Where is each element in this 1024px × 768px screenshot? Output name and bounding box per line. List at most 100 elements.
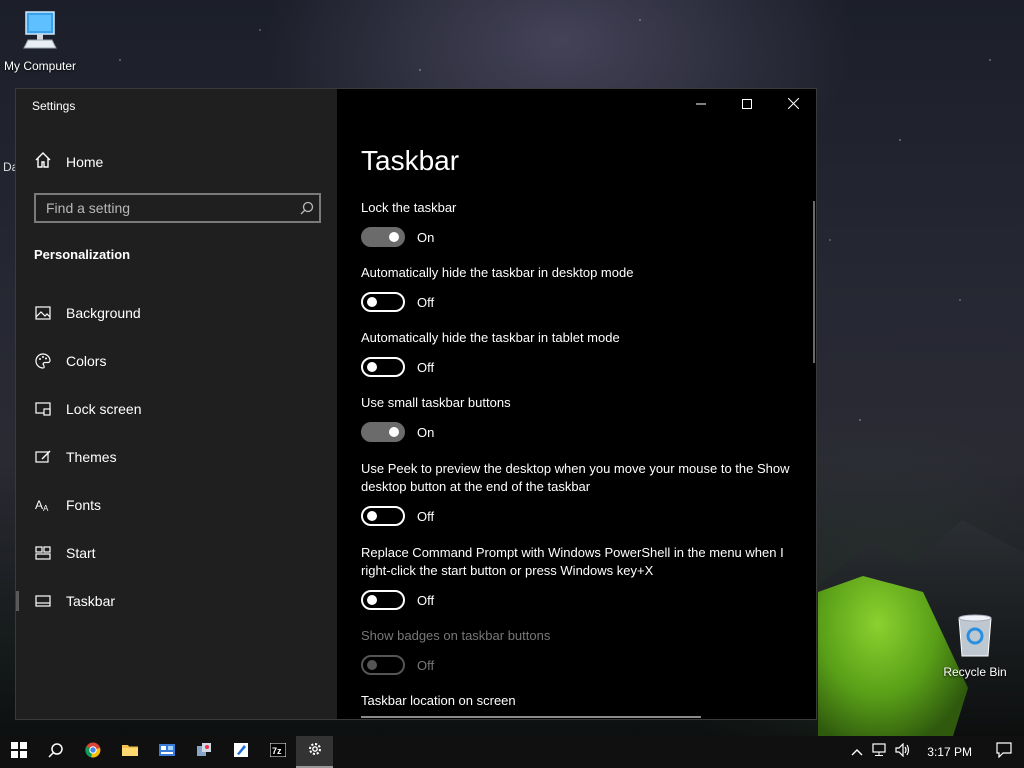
clock[interactable]: 3:17 PM — [915, 736, 984, 768]
search-icon[interactable] — [295, 201, 319, 215]
control-panel-button[interactable] — [148, 736, 185, 768]
desktop-icon-my-computer[interactable]: My Computer — [0, 10, 80, 73]
window-title: Settings — [32, 99, 76, 113]
minimize-button[interactable] — [678, 89, 724, 121]
setting-autohide-tablet: Automatically hide the taskbar in tablet… — [361, 329, 801, 377]
system-tray: 3:17 PM — [847, 736, 1024, 768]
sidebar-item-taskbar[interactable]: Taskbar — [16, 577, 337, 625]
sidebar-item-label: Taskbar — [66, 593, 116, 609]
home-label: Home — [66, 153, 104, 170]
setting-label: Replace Command Prompt with Windows Powe… — [361, 545, 784, 578]
small-buttons-toggle[interactable] — [361, 422, 405, 442]
toggle-state: Off — [417, 592, 435, 608]
sidebar-item-start[interactable]: Start — [16, 529, 337, 577]
chrome-button[interactable] — [74, 736, 111, 768]
action-center-button[interactable] — [984, 736, 1024, 768]
sidebar-item-label: Lock screen — [66, 401, 142, 417]
show-hidden-icons-button[interactable] — [847, 736, 867, 768]
sidebar-item-colors[interactable]: Colors — [16, 337, 337, 385]
fonts-icon: AA — [34, 496, 52, 514]
action-center-icon — [996, 741, 1012, 763]
toggle-state: Off — [417, 508, 435, 524]
network-tray-button[interactable] — [867, 736, 891, 768]
window-controls — [678, 89, 816, 121]
toggle-state: Off — [417, 359, 435, 375]
setting-location: Taskbar location on screen — [361, 692, 801, 710]
home-icon — [34, 151, 52, 172]
chrome-icon — [84, 742, 101, 763]
home-nav-item[interactable]: Home — [34, 151, 103, 172]
sidebar-item-label: Colors — [66, 353, 107, 369]
7zip-icon: 7z — [269, 742, 286, 762]
toggle-state: On — [417, 229, 435, 245]
themes-icon — [34, 448, 52, 466]
taskbar-location-dropdown[interactable] — [361, 716, 701, 719]
file-explorer-button[interactable] — [111, 736, 148, 768]
setting-label: Lock the taskbar — [361, 200, 457, 215]
sidebar-item-label: Start — [66, 545, 96, 561]
network-tool-button[interactable] — [185, 736, 222, 768]
lock-taskbar-toggle[interactable] — [361, 227, 405, 247]
network-tool-icon — [196, 742, 212, 763]
autohide-desktop-toggle[interactable] — [361, 292, 405, 312]
start-layout-icon — [34, 544, 52, 562]
svg-text:A: A — [35, 498, 43, 512]
settings-window: Settings Home Personalization Background — [15, 88, 817, 720]
autohide-tablet-toggle[interactable] — [361, 357, 405, 377]
toggle-state: Off — [417, 657, 435, 673]
volume-icon — [895, 742, 911, 762]
picture-icon — [34, 304, 52, 322]
volume-tray-button[interactable] — [891, 736, 915, 768]
search-button[interactable] — [37, 736, 74, 768]
powershell-toggle[interactable] — [361, 590, 405, 610]
control-panel-icon — [158, 743, 175, 762]
sidebar-item-lock-screen[interactable]: Lock screen — [16, 385, 337, 433]
setting-autohide-desktop: Automatically hide the taskbar in deskto… — [361, 264, 801, 312]
network-icon — [871, 742, 887, 762]
sidebar-item-label: Themes — [66, 449, 117, 465]
sidebar-item-themes[interactable]: Themes — [16, 433, 337, 481]
close-button[interactable] — [770, 89, 816, 121]
search-input[interactable] — [36, 199, 295, 217]
paint-button[interactable] — [222, 736, 259, 768]
setting-small-buttons: Use small taskbar buttons On — [361, 394, 801, 442]
desktop-icon-recycle-bin[interactable]: Recycle Bin — [935, 614, 1015, 679]
setting-lock-taskbar: Lock the taskbar On — [361, 199, 801, 247]
sidebar-item-label: Fonts — [66, 497, 102, 513]
setting-label: Taskbar location on screen — [361, 693, 516, 708]
settings-gear-icon — [307, 741, 323, 762]
windows-taskbar: 7z 3:17 PM — [0, 736, 1024, 768]
settings-content: Taskbar Lock the taskbar On Automaticall… — [337, 89, 816, 719]
peek-toggle[interactable] — [361, 506, 405, 526]
search-box — [34, 193, 321, 223]
chevron-up-icon — [851, 743, 863, 761]
computer-icon — [0, 10, 80, 55]
taskbar-icon — [34, 592, 52, 610]
windows-start-icon — [10, 741, 27, 763]
sidebar-item-fonts[interactable]: AA Fonts — [16, 481, 337, 529]
setting-label: Use Peek to preview the desktop when you… — [361, 461, 790, 494]
setting-label: Automatically hide the taskbar in deskto… — [361, 265, 634, 280]
toggle-state: Off — [417, 294, 435, 310]
setting-label: Automatically hide the taskbar in tablet… — [361, 330, 620, 345]
recycle-bin-icon — [935, 614, 1015, 661]
setting-peek: Use Peek to preview the desktop when you… — [361, 460, 801, 526]
svg-text:A: A — [43, 504, 49, 513]
start-button[interactable] — [0, 736, 37, 768]
section-title: Personalization — [34, 247, 131, 262]
settings-taskbar-button[interactable] — [296, 736, 333, 768]
setting-show-badges: Show badges on taskbar buttons Off — [361, 627, 801, 675]
maximize-button[interactable] — [724, 89, 770, 121]
desktop-icon-label: Recycle Bin — [943, 665, 1007, 679]
maximize-icon — [742, 96, 752, 114]
sidebar-item-background[interactable]: Background — [16, 289, 337, 337]
settings-sidebar: Settings Home Personalization Background — [16, 89, 337, 719]
sidebar-item-label: Background — [66, 305, 141, 321]
toggle-state: On — [417, 424, 435, 440]
setting-label: Use small taskbar buttons — [361, 395, 511, 410]
lock-screen-icon — [34, 400, 52, 418]
minimize-icon — [696, 96, 706, 114]
setting-powershell: Replace Command Prompt with Windows Powe… — [361, 544, 801, 610]
scrollbar[interactable] — [813, 201, 815, 363]
7zip-button[interactable]: 7z — [259, 736, 296, 768]
